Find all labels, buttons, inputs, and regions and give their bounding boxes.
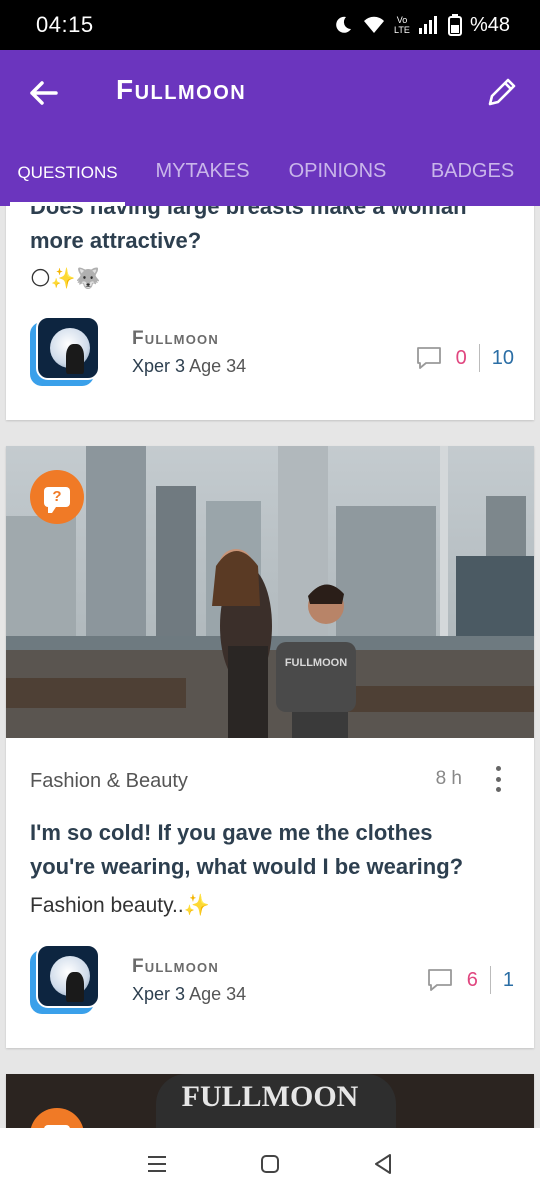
question-title-partial[interactable]: Does having large breasts make a woman bbox=[6, 206, 534, 224]
author-meta: Xper 3 Age 34 bbox=[132, 984, 246, 1005]
status-icons: Vo LTE %48 bbox=[332, 14, 510, 37]
author-block[interactable]: Fullmoon Xper 3 Age 34 bbox=[30, 944, 246, 1016]
avatar[interactable] bbox=[30, 944, 102, 1016]
question-description: Fashion beauty..✨ bbox=[30, 894, 210, 917]
author-age: Age 34 bbox=[189, 983, 247, 1004]
home-square-icon bbox=[260, 1155, 279, 1173]
more-options-icon[interactable] bbox=[486, 764, 510, 794]
question-feed: Does having large breasts make a woman m… bbox=[0, 206, 540, 1128]
author-block[interactable]: Fullmoon Xper 3 Age 34 bbox=[30, 316, 246, 388]
do-not-disturb-moon-icon bbox=[336, 16, 351, 33]
shirt-print: FULLMOON bbox=[285, 657, 347, 669]
author-name[interactable]: Fullmoon bbox=[132, 956, 246, 978]
question-photo[interactable]: FULLMOON ? bbox=[6, 1074, 534, 1128]
menu-lines-icon bbox=[147, 1156, 166, 1172]
tab-opinions[interactable]: OPINIONS bbox=[270, 146, 405, 206]
comment-icon bbox=[427, 969, 452, 991]
volte-label: Vo LTE bbox=[394, 15, 410, 35]
question-title-line-2[interactable]: you're wearing, what would I be wearing? bbox=[6, 850, 534, 884]
opinion-count: 10 bbox=[491, 346, 514, 369]
author-level: Xper 3 bbox=[132, 983, 186, 1004]
avatar[interactable] bbox=[30, 316, 102, 388]
back-arrow-icon[interactable] bbox=[26, 76, 60, 110]
page-title: Fullmoon bbox=[116, 74, 247, 105]
question-badge: ? bbox=[30, 470, 84, 524]
shirt-print: FULLMOON bbox=[181, 1080, 359, 1113]
opinion-count: 1 bbox=[502, 968, 514, 991]
author-level: Xper 3 bbox=[132, 355, 186, 376]
tab-questions[interactable]: QUESTIONS bbox=[0, 146, 135, 206]
question-title[interactable]: more attractive? bbox=[6, 224, 534, 258]
author-name[interactable]: Fullmoon bbox=[132, 328, 246, 350]
back-triangle-icon bbox=[375, 1154, 392, 1174]
question-mark-icon: ? bbox=[44, 487, 70, 513]
stat-divider bbox=[478, 344, 480, 372]
question-card[interactable]: FULLMOON ? Fashion & Beauty 8 h I'm so c… bbox=[6, 446, 534, 1048]
question-card[interactable]: FULLMOON ? bbox=[6, 1074, 534, 1128]
wifi-icon bbox=[363, 16, 384, 33]
status-bar: 04:15 Vo LTE %48 bbox=[0, 0, 540, 50]
system-nav-bar bbox=[0, 1128, 540, 1200]
signal-icon bbox=[418, 16, 437, 34]
tab-badges[interactable]: BADGES bbox=[405, 146, 540, 206]
status-time: 04:15 bbox=[36, 12, 94, 37]
category-label[interactable]: Fashion & Beauty bbox=[30, 770, 188, 793]
comment-icon bbox=[416, 347, 441, 369]
battery-percent: %48 bbox=[469, 13, 510, 36]
question-card[interactable]: Does having large breasts make a woman m… bbox=[6, 206, 534, 420]
stat-divider bbox=[489, 966, 491, 994]
question-stats[interactable]: 6 1 bbox=[427, 966, 514, 994]
tab-bar: QUESTIONS MYTAKES OPINIONS BADGES bbox=[0, 146, 540, 206]
comment-count: 0 bbox=[455, 346, 467, 369]
author-age: Age 34 bbox=[189, 355, 247, 376]
app-bar: Fullmoon QUESTIONS MYTAKES OPINIONS BADG… bbox=[0, 50, 540, 206]
back-button[interactable] bbox=[363, 1144, 403, 1184]
battery-icon bbox=[447, 14, 462, 36]
recent-apps-button[interactable] bbox=[137, 1144, 177, 1184]
question-description: 🌕✨🐺 bbox=[30, 268, 101, 290]
question-photo[interactable]: FULLMOON ? bbox=[6, 446, 534, 738]
author-meta: Xper 3 Age 34 bbox=[132, 356, 246, 377]
comment-count: 6 bbox=[466, 968, 478, 991]
edit-pencil-icon[interactable] bbox=[484, 74, 520, 110]
question-stats[interactable]: 0 10 bbox=[416, 344, 514, 372]
tab-mytakes[interactable]: MYTAKES bbox=[135, 146, 270, 206]
home-button[interactable] bbox=[250, 1144, 290, 1184]
question-title-line-1[interactable]: I'm so cold! If you gave me the clothes bbox=[6, 816, 534, 850]
timestamp: 8 h bbox=[435, 768, 462, 789]
city-couple-photo: FULLMOON bbox=[6, 446, 534, 738]
